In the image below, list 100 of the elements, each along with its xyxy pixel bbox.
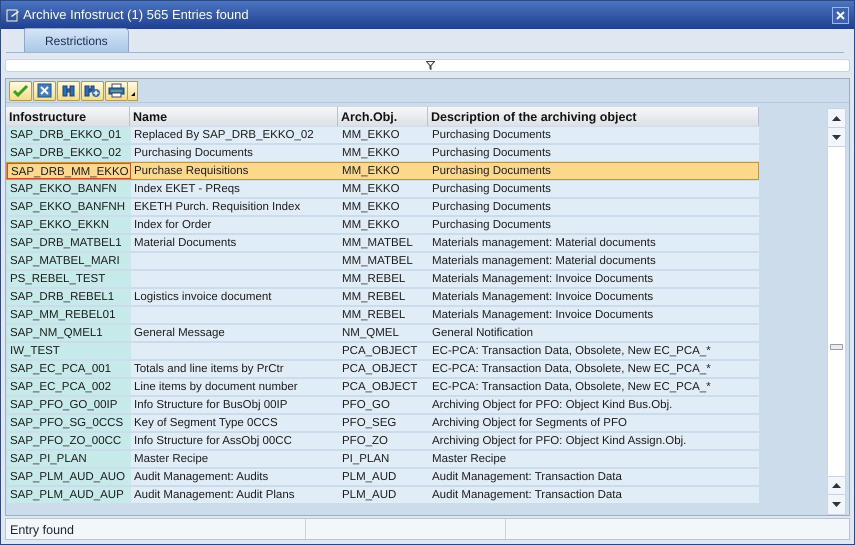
cancel-icon — [37, 83, 52, 98]
check-icon — [13, 84, 28, 97]
column-header[interactable]: Arch.Obj. — [338, 107, 428, 126]
table-cell: SAP_EKKO_EKKN — [7, 217, 131, 233]
table-row[interactable]: SAP_MATBEL_MARI MM_MATBEL Materials management: Material documents — [6, 252, 759, 270]
table-cell: Materials Management: Invoice Documents — [429, 289, 759, 305]
filter-icon[interactable] — [426, 61, 435, 70]
scroll-up-button[interactable] — [828, 109, 845, 128]
table-cell: Archiving Object for PFO: Object Kind Assign.Obj. — [429, 433, 759, 449]
table-cell: Replaced By SAP_DRB_EKKO_02 — [131, 127, 339, 143]
table-row[interactable]: SAP_PFO_SG_0CCS Key of Segment Type 0CCS PFO_SEG Archiving Object for Segments of PFO — [6, 414, 759, 432]
column-header[interactable]: Name — [130, 107, 338, 126]
table-cell: Purchasing Documents — [429, 145, 759, 161]
scrollbar-thumb[interactable] — [830, 344, 843, 350]
table-row[interactable]: SAP_PLM_AUD_AUP Audit Management: Audit Plans PLM_AUD Audit Management: Transaction Data — [6, 486, 759, 504]
table-cell: PFO_GO — [339, 397, 429, 413]
column-header[interactable]: Infostructure — [6, 107, 130, 126]
table-cell: General Message — [131, 325, 339, 341]
status-message: Entry found — [10, 523, 74, 537]
table-cell: MM_REBEL — [339, 289, 429, 305]
table-cell: Audit Management: Audit Plans — [131, 487, 339, 503]
window-title: Archive Infostruct (1) 565 Entries found — [23, 6, 250, 24]
table-cell: SAP_DRB_REBEL1 — [7, 289, 131, 305]
table-row[interactable]: SAP_PFO_GO_00IP Info Structure for BusObj 00IP PFO_GO Archiving Object for PFO: Object Kind Bus.Obj. — [6, 396, 759, 414]
table-cell: Audit Management: Audits — [131, 469, 339, 485]
table-cell: Purchasing Documents — [429, 199, 759, 215]
table-row[interactable]: SAP_EC_PCA_001 Totals and line items by PrCtr PCA_OBJECT EC-PCA: Transaction Data, Obsolete, New EC_PCA_* — [6, 360, 759, 378]
table-cell: SAP_EKKO_BANFN — [7, 181, 131, 197]
table-cell: Info Structure for BusObj 00IP — [131, 397, 339, 413]
table-row[interactable]: SAP_DRB_EKKO_01 Replaced By SAP_DRB_EKKO_02 MM_EKKO Purchasing Documents — [6, 126, 759, 144]
table-cell: SAP_DRB_MM_EKKO — [7, 163, 131, 179]
table-cell: Audit Management: Transaction Data — [429, 487, 759, 503]
scroll-down-button[interactable] — [828, 495, 845, 514]
table-row[interactable]: SAP_PFO_ZO_00CC Info Structure for AssObj 00CC PFO_ZO Archiving Object for PFO: Object Kind Assign.Obj. — [6, 432, 759, 450]
table-cell: EC-PCA: Transaction Data, Obsolete, New EC_PCA_* — [429, 379, 759, 395]
table-cell: PI_PLAN — [339, 451, 429, 467]
table-cell: Materials management: Material documents — [429, 235, 759, 251]
table-row[interactable]: SAP_EKKO_BANFNH EKETH Purch. Requisition Index MM_EKKO Purchasing Documents — [6, 198, 759, 216]
table-row[interactable]: SAP_DRB_EKKO_02 Purchasing Documents MM_EKKO Purchasing Documents — [6, 144, 759, 162]
table-cell: SAP_PLM_AUD_AUO — [7, 469, 131, 485]
table-row[interactable]: SAP_PI_PLAN Master Recipe PI_PLAN Master Recipe — [6, 450, 759, 468]
table-row[interactable]: SAP_MM_REBEL01 MM_REBEL Materials Management: Invoice Documents — [6, 306, 759, 324]
cancel-button[interactable] — [33, 80, 56, 100]
find-next-button[interactable] — [81, 80, 104, 100]
window-icon — [6, 8, 20, 22]
table-cell: SAP_PFO_SG_0CCS — [7, 415, 131, 431]
table-cell: SAP_PI_PLAN — [7, 451, 131, 467]
table-cell: PCA_OBJECT — [339, 379, 429, 395]
table-cell: Purchasing Documents — [429, 217, 759, 233]
table-cell: Archiving Object for Segments of PFO — [429, 415, 759, 431]
table-row[interactable]: SAP_PLM_AUD_AUO Audit Management: Audits PLM_AUD Audit Management: Transaction Data — [6, 468, 759, 486]
table-cell: SAP_MATBEL_MARI — [7, 253, 131, 269]
table-row[interactable]: SAP_EKKO_EKKN Index for Order MM_EKKO Purchasing Documents — [6, 216, 759, 234]
table-cell: EC-PCA: Transaction Data, Obsolete, New EC_PCA_* — [429, 361, 759, 377]
table-cell: General Notification — [429, 325, 759, 341]
table-cell: PS_REBEL_TEST — [7, 271, 131, 287]
table-cell: SAP_EC_PCA_002 — [7, 379, 131, 395]
table-cell: Totals and line items by PrCtr — [131, 361, 339, 377]
table-row[interactable]: SAP_NM_QMEL1 General Message NM_QMEL General Notification — [6, 324, 759, 342]
table-cell: IW_TEST — [7, 343, 131, 359]
table-cell: SAP_PLM_AUD_AUP — [7, 487, 131, 503]
table-cell: EKETH Purch. Requisition Index — [131, 199, 339, 215]
table-cell: MM_EKKO — [339, 145, 429, 161]
table-cell-text: Purchase Requisitions — [133, 164, 250, 179]
table-cell: Info Structure for AssObj 00CC — [131, 433, 339, 449]
table-row[interactable]: IW_TEST PCA_OBJECT EC-PCA: Transaction Data, Obsolete, New EC_PCA_* — [6, 342, 759, 360]
caret-icon — [130, 92, 134, 96]
table-cell: NM_QMEL — [339, 325, 429, 341]
up-arrow-icon — [832, 116, 841, 120]
table-cell: SAP_DRB_MATBEL1 — [7, 235, 131, 251]
table-row[interactable]: SAP_DRB_REBEL1 Logistics invoice document MM_REBEL Materials Management: Invoice Documents — [6, 288, 759, 306]
close-button[interactable] — [832, 6, 849, 24]
down-arrow-icon — [832, 134, 841, 140]
table-cell: Materials Management: Invoice Documents — [429, 307, 759, 323]
table-cell: Purchasing Documents — [429, 181, 759, 197]
scroll-down-button[interactable] — [828, 128, 845, 147]
tab[interactable]: Restrictions — [24, 28, 129, 52]
table-cell: MM_EKKO — [339, 181, 429, 197]
table-row[interactable]: SAP_DRB_MM_EKKO Purchase Requisitions MM_EKKO Purchasing Documents — [6, 162, 759, 180]
table-cell-text: MM_EKKO — [341, 164, 401, 179]
table-cell: Logistics invoice document — [131, 289, 339, 305]
close-icon — [835, 10, 846, 20]
table-cell: Material Documents — [131, 235, 339, 251]
find-button[interactable] — [57, 80, 80, 100]
table-cell: MM_EKKO — [339, 217, 429, 233]
table-row[interactable]: SAP_EC_PCA_002 Line items by document number PCA_OBJECT EC-PCA: Transaction Data, Obsolete, New EC_PCA_* — [6, 378, 759, 396]
table-cell: MM_EKKO — [339, 127, 429, 143]
printer-icon — [108, 83, 125, 98]
table-row[interactable]: PS_REBEL_TEST MM_REBEL Materials Management: Invoice Documents — [6, 270, 759, 288]
table-cell: MM_MATBEL — [339, 235, 429, 251]
column-header[interactable]: Description of the archiving object — [428, 107, 759, 126]
print-button[interactable] — [105, 80, 128, 100]
scroll-up-button[interactable] — [828, 476, 845, 495]
dropdown-button[interactable] — [128, 80, 138, 100]
table-cell: Master Recipe — [429, 451, 759, 467]
table-cell: PCA_OBJECT — [339, 361, 429, 377]
table-row[interactable]: SAP_EKKO_BANFN Index EKET - PReqs MM_EKKO Purchasing Documents — [6, 180, 759, 198]
table-row[interactable]: SAP_DRB_MATBEL1 Material Documents MM_MATBEL Materials management: Material documents — [6, 234, 759, 252]
table-cell: Master Recipe — [131, 451, 339, 467]
table-cell: Audit Management: Transaction Data — [429, 469, 759, 485]
